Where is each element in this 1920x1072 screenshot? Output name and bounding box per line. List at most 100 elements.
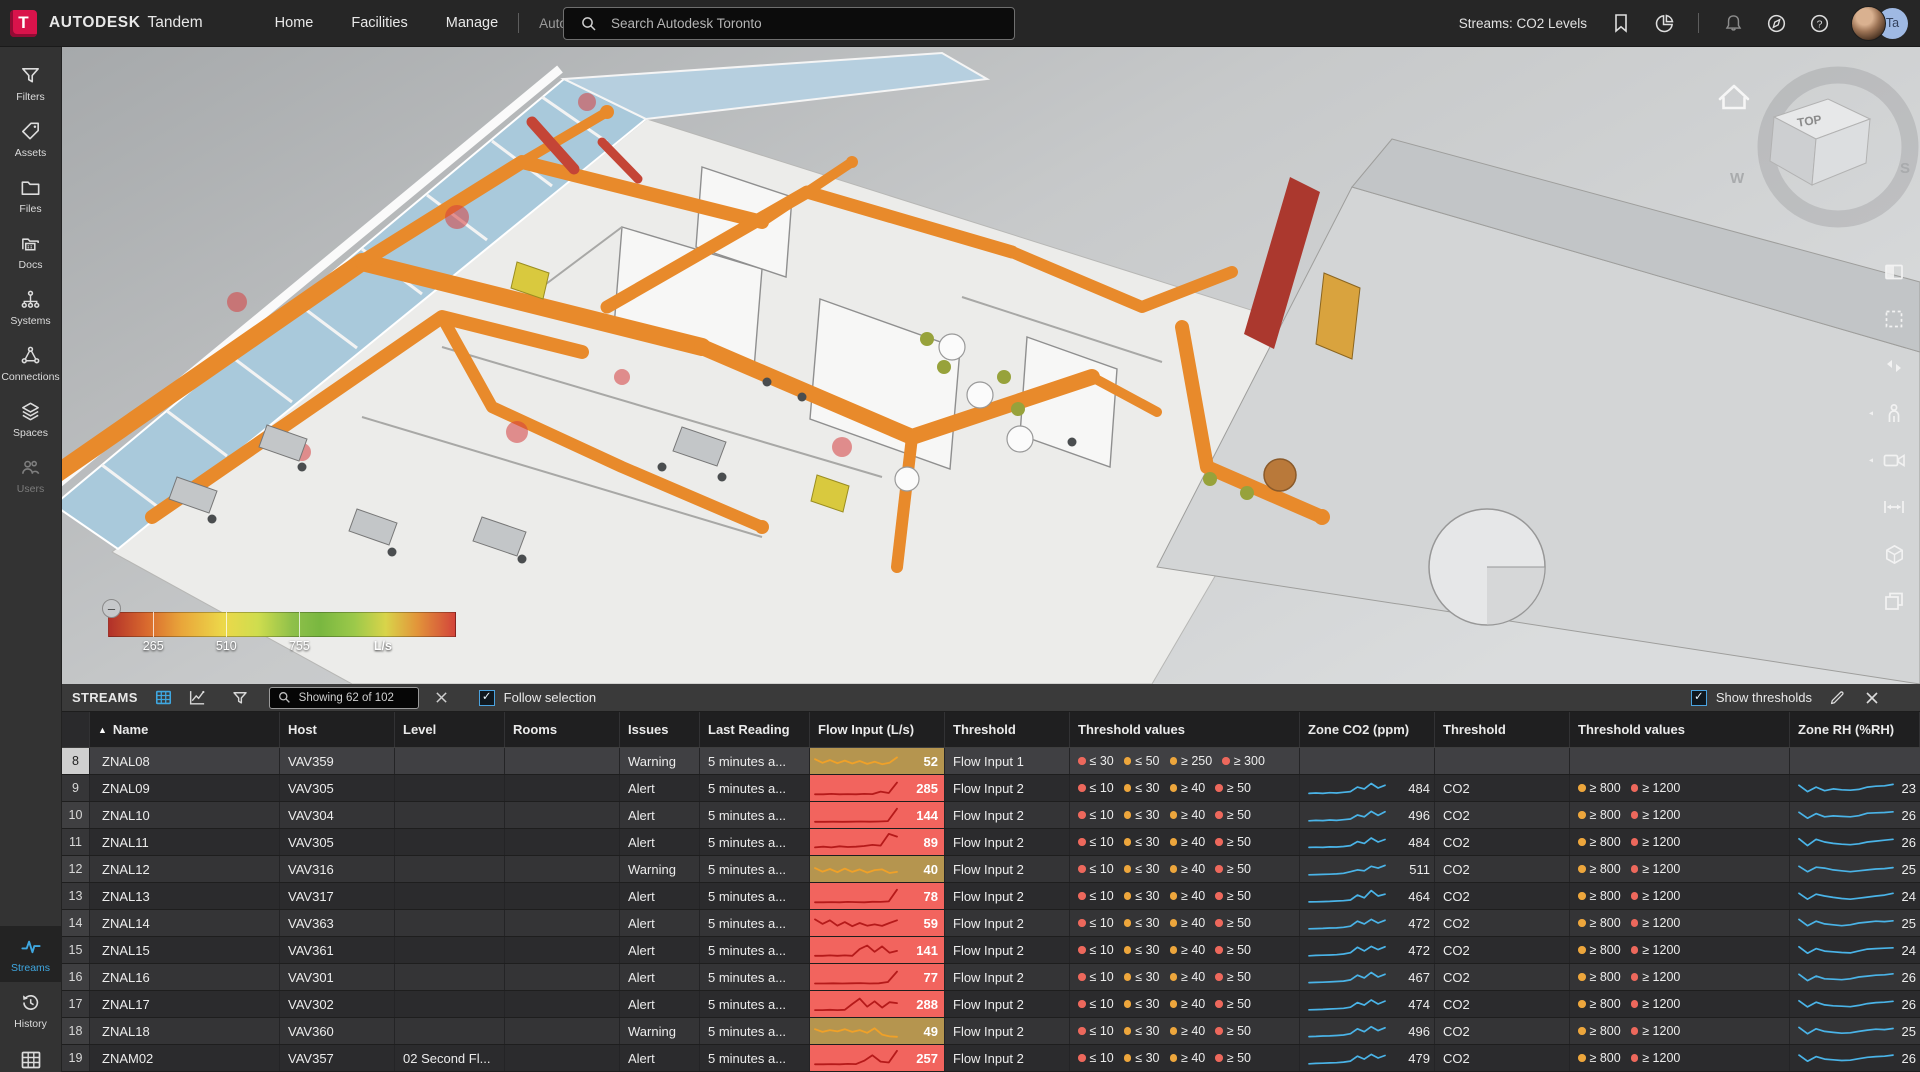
cell-co2-threshold: CO2 [1435,991,1570,1017]
sidebar-item-files[interactable]: Files [0,167,61,223]
sidebar-item-spaces[interactable]: Spaces [0,391,61,447]
threshold-value: ≥ 50 [1215,889,1251,903]
filter-streams-button[interactable] [230,688,250,708]
threshold-value: ≥ 800 [1578,997,1621,1011]
column-header-rooms[interactable]: Rooms [505,712,620,747]
sidebar-item-users[interactable]: Users [0,447,61,503]
threshold-dot-icon [1578,784,1586,792]
column-header-last-reading[interactable]: Last Reading [700,712,810,747]
cell-threshold-values: ≤ 10≤ 30≥ 40≥ 50 [1070,1018,1300,1044]
table-row[interactable]: 9 ZNAL09 VAV305 Alert 5 minutes a... 285… [62,775,1920,802]
cell-co2-threshold-values: ≥ 800≥ 1200 [1570,856,1790,882]
sidebar-item-docs[interactable]: Docs [0,223,61,279]
table-view-button[interactable] [154,688,174,708]
bookmark-icon[interactable] [1610,12,1632,34]
section-box-button[interactable] [1881,541,1907,567]
show-thresholds-checkbox[interactable]: ✓ [1691,690,1707,706]
marquee-select-button[interactable] [1881,306,1907,332]
viewport-3d[interactable]: TOP W S – 265 510 755 L/s ◂ [62,47,1920,684]
sidebar-item-filters[interactable]: Filters [0,55,61,111]
cell-flow-input: 40 [810,856,945,882]
column-header-threshold[interactable]: Threshold [1435,712,1570,747]
threshold-dot-icon [1078,1054,1086,1062]
clear-search-button[interactable] [432,688,452,708]
sidebar-item-assets[interactable]: Assets [0,111,61,167]
column-header-host[interactable]: Host [280,712,395,747]
threshold-dot-icon [1170,892,1178,900]
cell-co2-threshold: CO2 [1435,937,1570,963]
threshold-dot-icon [1578,838,1586,846]
search-input[interactable]: Search Autodesk Toronto [563,7,1015,40]
threshold-value: ≥ 50 [1215,970,1251,984]
orbit-tools-button[interactable] [1881,353,1907,379]
close-panel-button[interactable] [1862,688,1882,708]
sidebar-item-streams[interactable]: Streams [0,926,61,982]
streams-panel-toolbar: STREAMS Showing 62 of 102 ✓ Follow selec… [62,684,1920,712]
explore-compass-icon[interactable] [1765,12,1787,34]
split-view-button[interactable] [1881,259,1907,285]
table-row[interactable]: 16 ZNAL16 VAV301 Alert 5 minutes a... 77… [62,964,1920,991]
cell-last-reading: 5 minutes a... [700,1018,810,1044]
table-row[interactable]: 18 ZNAL18 VAV360 Warning 5 minutes a... … [62,1018,1920,1045]
column-header-flow-input-l-s-[interactable]: Flow Input (L/s) [810,712,945,747]
cell-zone-rh: 25 [1790,1018,1920,1044]
cell-issues: Alert [620,991,700,1017]
nav-manage[interactable]: Manage [446,15,498,31]
sparkline [814,886,898,906]
cell-last-reading: 5 minutes a... [700,910,810,936]
threshold-value: ≥ 300 [1222,754,1265,768]
table-row[interactable]: 14 ZNAL14 VAV363 Alert 5 minutes a... 59… [62,910,1920,937]
cell-name: ZNAL08 [90,748,280,774]
sidebar-item-history[interactable]: History [0,982,61,1038]
table-row[interactable]: 11 ZNAL11 VAV305 Alert 5 minutes a... 89… [62,829,1920,856]
table-row[interactable]: 19 ZNAM02 VAV357 02 Second Fl... Alert 5… [62,1045,1920,1072]
column-header-level[interactable]: Level [395,712,505,747]
camera-button[interactable]: ◂ [1881,447,1907,473]
threshold-dot-icon [1578,811,1586,819]
threshold-value: ≥ 800 [1578,916,1621,930]
user-avatar[interactable] [1851,6,1886,41]
notifications-bell-icon[interactable] [1722,12,1744,34]
cell-co2-threshold: CO2 [1435,910,1570,936]
column-header-threshold[interactable]: Threshold [945,712,1070,747]
follow-selection-checkbox[interactable]: ✓ [479,690,495,706]
column-header-threshold-values[interactable]: Threshold values [1070,712,1300,747]
sparkline [1308,967,1386,987]
levels-button[interactable] [1881,588,1907,614]
column-header-issues[interactable]: Issues [620,712,700,747]
threshold-dot-icon [1578,1054,1586,1062]
sparkline [814,832,898,852]
cell-issues: Warning [620,1018,700,1044]
sidebar-item-table[interactable] [0,1038,61,1072]
sidebar-item-systems[interactable]: Systems [0,279,61,335]
column-header-threshold-values[interactable]: Threshold values [1570,712,1790,747]
column-header-name[interactable]: ▲Name [90,712,280,747]
cell-co2-threshold: CO2 [1435,775,1570,801]
nav-home[interactable]: Home [275,15,314,31]
table-row[interactable]: 10 ZNAL10 VAV304 Alert 5 minutes a... 14… [62,802,1920,829]
table-row[interactable]: 8 ZNAL08 VAV359 Warning 5 minutes a... 5… [62,748,1920,775]
table-row[interactable]: 17 ZNAL17 VAV302 Alert 5 minutes a... 28… [62,991,1920,1018]
threshold-dot-icon [1631,1000,1639,1008]
cell-co2-threshold: CO2 [1435,964,1570,990]
cell-co2-threshold-values: ≥ 800≥ 1200 [1570,964,1790,990]
help-icon[interactable]: ? [1808,12,1830,34]
edit-thresholds-button[interactable] [1827,688,1847,708]
sidebar-item-connections[interactable]: Connections [0,335,61,391]
tandem-logo[interactable]: T [10,10,37,37]
column-header-zone-co2-ppm-[interactable]: Zone CO2 (ppm) [1300,712,1435,747]
threshold-value: ≤ 30 [1124,1051,1160,1065]
cell-co2-threshold: CO2 [1435,1045,1570,1071]
chart-view-button[interactable] [187,688,207,708]
table-row[interactable]: 15 ZNAL15 VAV361 Alert 5 minutes a... 14… [62,937,1920,964]
table-row[interactable]: 13 ZNAL13 VAV317 Alert 5 minutes a... 78… [62,883,1920,910]
pie-chart-icon[interactable] [1653,12,1675,34]
legend-collapse-button[interactable]: – [102,599,121,618]
column-header-zone-rh-rh-[interactable]: Zone RH (%RH) [1790,712,1920,747]
streams-search-input[interactable]: Showing 62 of 102 [269,687,419,709]
nav-facilities[interactable]: Facilities [351,15,407,31]
table-row[interactable]: 12 ZNAL12 VAV316 Warning 5 minutes a... … [62,856,1920,883]
measure-button[interactable] [1881,494,1907,520]
first-person-button[interactable]: ◂ [1881,400,1907,426]
cell-host: VAV317 [280,883,395,909]
